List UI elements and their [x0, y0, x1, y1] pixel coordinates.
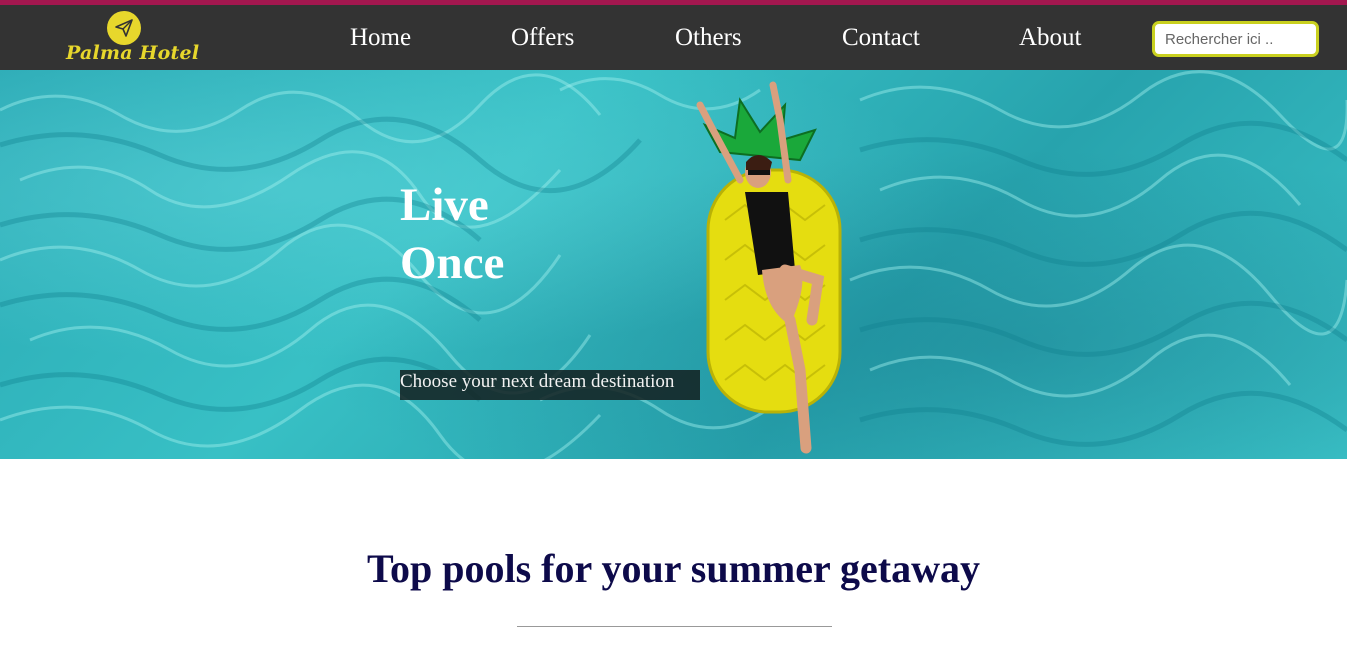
section-divider	[517, 626, 832, 627]
brand-name: Palma Hotel	[66, 42, 200, 64]
nav-home-link[interactable]: Home	[350, 24, 411, 52]
navbar: Palma Hotel Home Offers Others Contact A…	[0, 5, 1347, 70]
pineapple-float	[696, 81, 842, 454]
brand-logo[interactable]: Palma Hotel	[60, 9, 199, 69]
pool-water-image	[0, 70, 1347, 459]
hero-title-line1: Live	[400, 179, 489, 231]
hero-title: Live Once	[400, 176, 504, 292]
hero-subtitle: Choose your next dream destination	[400, 370, 700, 400]
nav-others-link[interactable]: Others	[675, 24, 742, 52]
paper-plane-icon	[107, 11, 141, 45]
hero-title-line2: Once	[400, 237, 505, 289]
search-input[interactable]	[1152, 21, 1319, 57]
section-title: Top pools for your summer getaway	[366, 546, 980, 591]
hero-banner: Live Once Choose your next dream destina…	[0, 70, 1347, 459]
nav-offers-link[interactable]: Offers	[511, 24, 574, 52]
nav-contact-link[interactable]: Contact	[842, 24, 920, 52]
nav-about-link[interactable]: About	[1019, 24, 1082, 52]
